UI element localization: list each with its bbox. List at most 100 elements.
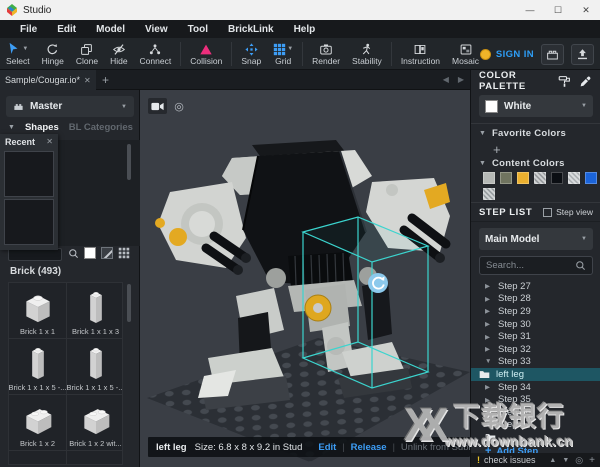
orbit-reset-icon[interactable]: ◎ bbox=[171, 98, 187, 114]
menu-model[interactable]: Model bbox=[86, 20, 135, 38]
step-search-box[interactable] bbox=[479, 256, 593, 275]
content-color-swatch[interactable] bbox=[517, 172, 529, 184]
camera-view-button[interactable] bbox=[148, 98, 167, 114]
document-tab[interactable]: Sample/Cougar.io* ✕ bbox=[0, 70, 96, 90]
select-tool-button[interactable]: ▼ Select bbox=[0, 38, 36, 70]
step-row[interactable]: ▶Step 27 bbox=[471, 280, 600, 293]
hide-tool-button[interactable]: Hide bbox=[104, 38, 133, 70]
menu-view[interactable]: View bbox=[135, 20, 178, 38]
menu-tool[interactable]: Tool bbox=[178, 20, 218, 38]
step-row[interactable]: ▶Step 34 bbox=[471, 381, 600, 394]
content-color-swatch[interactable] bbox=[585, 172, 597, 184]
close-icon[interactable]: ✕ bbox=[46, 137, 53, 146]
content-color-swatch[interactable] bbox=[551, 172, 563, 184]
close-icon[interactable]: ✕ bbox=[572, 0, 600, 20]
step-view-checkbox[interactable] bbox=[543, 208, 552, 217]
stability-tool-button[interactable]: Stability bbox=[346, 38, 388, 70]
plus-icon[interactable]: + bbox=[589, 455, 595, 466]
tab-close-icon[interactable]: ✕ bbox=[84, 76, 91, 85]
edit-submodel-link[interactable]: Edit bbox=[318, 442, 336, 453]
menu-bricklink[interactable]: BrickLink bbox=[218, 20, 284, 38]
grid-view-icon[interactable] bbox=[118, 247, 130, 259]
grid-tool-button[interactable]: ▼ Grid bbox=[267, 38, 299, 70]
content-colors-header[interactable]: Content Colors bbox=[492, 158, 565, 169]
content-color-swatch[interactable] bbox=[568, 172, 580, 184]
part-item[interactable]: Brick 1 x 1 x 5 -... bbox=[9, 339, 66, 394]
release-link[interactable]: Release bbox=[351, 442, 387, 453]
collision-tool-button[interactable]: Collision bbox=[184, 38, 228, 70]
step-model-dropdown[interactable]: Main Model ▼ bbox=[479, 228, 593, 250]
paint-roller-icon[interactable] bbox=[558, 75, 571, 88]
scrollbar[interactable] bbox=[127, 284, 131, 322]
step-row[interactable]: ▶Step 31 bbox=[471, 330, 600, 343]
sign-in-button[interactable]: SIGN IN bbox=[480, 49, 534, 60]
favorite-colors-header[interactable]: Favorite Colors bbox=[492, 128, 566, 139]
clone-tool-button[interactable]: Clone bbox=[70, 38, 104, 70]
chevron-down-icon[interactable]: ▼ bbox=[479, 160, 486, 167]
model-3d[interactable] bbox=[140, 90, 470, 467]
part-item[interactable]: Brick 1 x 2 wit... bbox=[67, 395, 123, 450]
viewport-3d[interactable]: ◎ left leg Size: 6.8 x 8 x 9.2 in Stud E… bbox=[140, 90, 470, 467]
color-select-dropdown[interactable]: White ▼ bbox=[479, 95, 593, 117]
search-icon[interactable] bbox=[68, 248, 79, 259]
chevron-right-icon: ▶ bbox=[485, 282, 492, 290]
content-color-swatch[interactable] bbox=[483, 188, 495, 200]
content-color-swatch[interactable] bbox=[483, 172, 495, 184]
upload-button[interactable] bbox=[571, 44, 594, 65]
step-row[interactable]: ▶Step 28 bbox=[471, 293, 600, 306]
tab-scroll-left-icon[interactable]: ◀ bbox=[443, 75, 449, 84]
connect-tool-button[interactable]: Connect bbox=[134, 38, 178, 70]
step-row[interactable]: ▶Step 32 bbox=[471, 343, 600, 356]
step-row-submodel[interactable] bbox=[471, 431, 600, 444]
menu-help[interactable]: Help bbox=[284, 20, 326, 38]
eyedropper-icon[interactable] bbox=[579, 75, 592, 88]
snap-tool-button[interactable]: Snap bbox=[235, 38, 267, 70]
recent-slot[interactable] bbox=[4, 199, 54, 245]
tab-scroll-right-icon[interactable]: ▶ bbox=[458, 75, 464, 84]
render-tool-button[interactable]: Render bbox=[306, 38, 346, 70]
add-favorite-color-button[interactable]: + bbox=[493, 142, 501, 157]
part-item[interactable] bbox=[67, 451, 123, 465]
scrollbar[interactable] bbox=[127, 144, 131, 180]
grid-icon bbox=[273, 43, 286, 56]
minimize-icon[interactable]: — bbox=[516, 0, 544, 20]
part-item[interactable]: Brick 1 x 1 bbox=[9, 283, 66, 338]
tab-shapes[interactable]: Shapes bbox=[25, 122, 59, 133]
step-up-icon[interactable]: ▲ bbox=[549, 457, 556, 464]
content-color-swatch[interactable] bbox=[500, 172, 512, 184]
chevron-down-icon[interactable]: ▼ bbox=[479, 130, 486, 137]
part-item[interactable] bbox=[9, 451, 66, 465]
step-row[interactable]: ▶Step 29 bbox=[471, 305, 600, 318]
no-color-swatch[interactable] bbox=[101, 247, 113, 259]
menu-file[interactable]: File bbox=[10, 20, 47, 38]
maximize-icon[interactable]: ☐ bbox=[544, 0, 572, 20]
check-issues-bar[interactable]: ! check issues ▲ ▼ ◎ + bbox=[471, 453, 600, 467]
current-color-swatch[interactable] bbox=[84, 247, 96, 259]
step-row[interactable]: ▶Step 36 bbox=[471, 406, 600, 419]
step-view-toggle[interactable]: Step view bbox=[543, 207, 593, 217]
step-search-input[interactable] bbox=[486, 260, 575, 271]
step-row[interactable]: ▼Step 33 bbox=[471, 356, 600, 369]
upload-icon bbox=[576, 48, 589, 61]
instruction-tool-button[interactable]: Instruction bbox=[395, 38, 446, 70]
part-item[interactable]: Brick 1 x 1 x 5 -... bbox=[67, 339, 123, 394]
content-color-swatch[interactable] bbox=[534, 172, 546, 184]
submodel-badge-icon[interactable] bbox=[368, 273, 388, 293]
store-button[interactable] bbox=[541, 44, 564, 65]
part-item[interactable]: Brick 1 x 2 bbox=[9, 395, 66, 450]
step-row[interactable]: ▼Step 37 bbox=[471, 419, 600, 432]
menu-edit[interactable]: Edit bbox=[47, 20, 86, 38]
new-tab-button[interactable]: + bbox=[102, 73, 109, 87]
part-item[interactable]: Brick 1 x 1 x 3 bbox=[67, 283, 123, 338]
select-arrow-icon bbox=[7, 42, 21, 56]
step-row-selected-submodel[interactable]: left leg bbox=[471, 368, 600, 381]
visibility-icon[interactable]: ◎ bbox=[575, 455, 583, 466]
step-row[interactable]: ▶Step 30 bbox=[471, 318, 600, 331]
brick-cart-icon bbox=[546, 48, 559, 61]
tab-bl-categories[interactable]: BL Categories bbox=[69, 122, 133, 133]
step-row[interactable]: ▶Step 35 bbox=[471, 393, 600, 406]
model-selector-dropdown[interactable]: Master ▼ bbox=[6, 96, 134, 117]
recent-slot[interactable] bbox=[4, 151, 54, 197]
hinge-tool-button[interactable]: Hinge bbox=[36, 38, 70, 70]
step-down-icon[interactable]: ▼ bbox=[562, 457, 569, 464]
